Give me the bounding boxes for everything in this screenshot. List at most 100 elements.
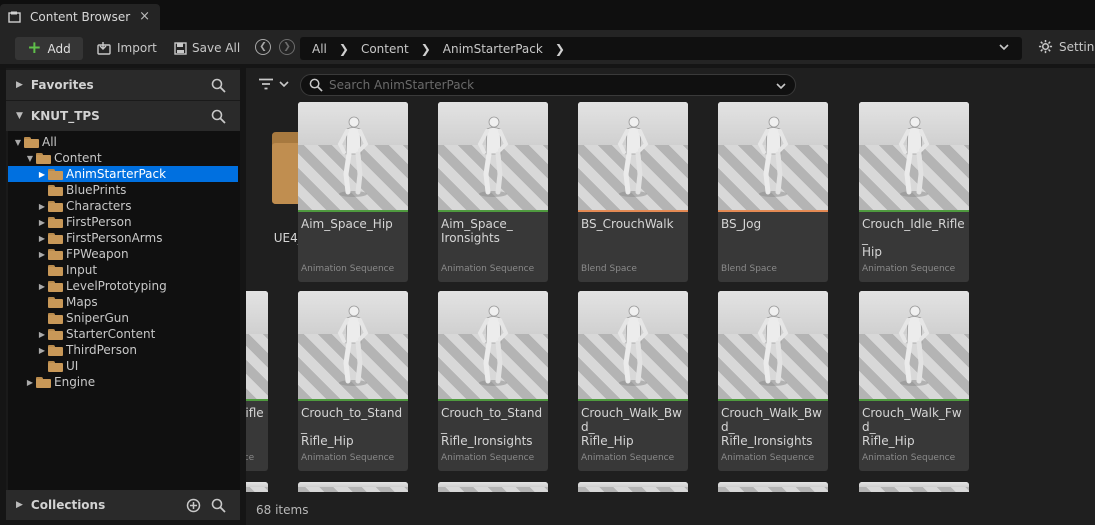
breadcrumb-animstarterpack[interactable]: AnimStarterPack bbox=[443, 42, 543, 56]
tree-item[interactable]: ▶ Engine bbox=[8, 374, 238, 390]
asset-thumbnail bbox=[859, 102, 969, 210]
chevron-down-icon[interactable] bbox=[998, 41, 1010, 56]
add-button-label: Add bbox=[47, 41, 71, 56]
asset-tile[interactable] bbox=[578, 482, 688, 492]
asset-tile[interactable]: Crouch_to_Stand_ Rifle_Hip Animation Seque… bbox=[298, 291, 408, 471]
caret-right-icon[interactable]: ▶ bbox=[36, 282, 48, 291]
favorites-header[interactable]: ▶ Favorites bbox=[6, 70, 240, 100]
chevron-right-icon[interactable]: ❯ bbox=[555, 42, 565, 56]
search-icon[interactable] bbox=[211, 498, 226, 513]
tree-item[interactable]: Maps bbox=[8, 294, 238, 310]
collections-header[interactable]: ▶ Collections bbox=[6, 490, 240, 520]
asset-name: Aim_Space_ Ironsights bbox=[441, 217, 513, 245]
caret-right-icon[interactable]: ▶ bbox=[24, 378, 36, 387]
tree-item[interactable]: ▼ Content bbox=[8, 150, 238, 166]
asset-type: Animation Sequence bbox=[862, 264, 956, 274]
tree-item-label: AnimStarterPack bbox=[66, 167, 167, 181]
caret-right-icon[interactable]: ▶ bbox=[36, 330, 48, 339]
asset-thumbnail bbox=[298, 482, 408, 492]
asset-tile[interactable]: BS_Jog Blend Space bbox=[718, 102, 828, 282]
search-icon[interactable] bbox=[211, 109, 226, 124]
chevron-right-icon[interactable]: ❯ bbox=[421, 42, 431, 56]
asset-type: Blend Space bbox=[721, 264, 777, 274]
asset-type: Animation Sequence bbox=[246, 453, 255, 463]
tree-item[interactable]: ▶ FPWeapon bbox=[8, 246, 238, 262]
tree-item[interactable]: ▶ AnimStarterPack bbox=[8, 166, 238, 182]
search-input[interactable] bbox=[329, 78, 769, 92]
asset-tile[interactable] bbox=[859, 482, 969, 492]
folder-icon bbox=[48, 312, 63, 324]
asset-name: Crouch_Idle_Rifle_Ironsights bbox=[246, 406, 264, 420]
search-icon[interactable] bbox=[211, 78, 226, 93]
asset-tile[interactable]: Crouch_Idle_Rifle_ Hip Animation Sequence bbox=[859, 102, 969, 282]
asset-tile[interactable]: Aim_Space_ Ironsights Animation Sequence bbox=[438, 102, 548, 282]
forward-arrow-icon[interactable]: ❯ bbox=[279, 39, 295, 55]
tree-item[interactable]: ▶ FirstPerson bbox=[8, 214, 238, 230]
caret-right-icon[interactable]: ▶ bbox=[36, 234, 48, 243]
asset-tile[interactable]: Crouch_Idle_Rifle_Ironsights Animation Se… bbox=[246, 291, 268, 471]
tree-item-label: BluePrints bbox=[66, 183, 127, 197]
tab-content-browser[interactable]: Content Browser × bbox=[0, 4, 160, 30]
asset-tile[interactable]: Crouch_Walk_Bwd_ Rifle_Ironsights Animatio… bbox=[718, 291, 828, 471]
breadcrumb: All ❯ Content ❯ AnimStarterPack ❯ bbox=[300, 37, 1022, 60]
chevron-down-icon[interactable] bbox=[775, 80, 787, 95]
caret-right-icon[interactable]: ▶ bbox=[36, 218, 48, 227]
chevron-down-icon bbox=[279, 81, 289, 88]
folder-icon bbox=[24, 136, 39, 148]
tree-item[interactable]: ▶ FirstPersonArms bbox=[8, 230, 238, 246]
tree-item[interactable]: UI bbox=[8, 358, 238, 374]
add-collection-icon[interactable] bbox=[186, 498, 201, 513]
asset-tile[interactable]: Crouch_Walk_Bwd_ Rifle_Hip Animation Seque… bbox=[578, 291, 688, 471]
add-button[interactable]: + Add bbox=[15, 37, 83, 60]
asset-type-bar bbox=[578, 210, 688, 212]
asset-name: Crouch_Walk_Fwd_ Rifle_Hip bbox=[862, 406, 962, 448]
asset-tile[interactable]: Crouch_to_Stand_ Rifle_Ironsights Animatio… bbox=[438, 291, 548, 471]
folder-icon bbox=[48, 200, 63, 212]
folder-icon bbox=[48, 184, 63, 196]
asset-name: BS_CrouchWalk bbox=[581, 217, 674, 231]
asset-tile[interactable] bbox=[718, 482, 828, 492]
mannequin-thumbnail bbox=[337, 116, 369, 197]
save-all-button[interactable]: Save All bbox=[174, 39, 240, 57]
asset-type-bar bbox=[246, 399, 268, 401]
mannequin-thumbnail bbox=[898, 305, 930, 386]
asset-tile[interactable] bbox=[246, 482, 268, 492]
tree-item[interactable]: ▶ ThirdPerson bbox=[8, 342, 238, 358]
tab-title: Content Browser bbox=[30, 10, 131, 24]
mannequin-thumbnail bbox=[337, 305, 369, 386]
caret-right-icon[interactable]: ▶ bbox=[36, 346, 48, 355]
asset-tile[interactable]: Aim_Space_Hip Animation Sequence bbox=[298, 102, 408, 282]
save-icon bbox=[174, 41, 187, 55]
asset-search[interactable] bbox=[300, 74, 796, 96]
back-arrow-icon[interactable]: ❮ bbox=[255, 39, 271, 55]
tree-item[interactable]: ▼ All bbox=[8, 134, 238, 150]
asset-thumbnail bbox=[298, 291, 408, 399]
breadcrumb-content[interactable]: Content bbox=[361, 42, 409, 56]
settings-button[interactable]: Settings bbox=[1038, 39, 1095, 54]
asset-tile[interactable]: Crouch_Walk_Fwd_ Rifle_Hip Animation Seque… bbox=[859, 291, 969, 471]
tree-item[interactable]: ▶ LevelPrototyping bbox=[8, 278, 238, 294]
caret-right-icon[interactable]: ▶ bbox=[36, 250, 48, 259]
tree-item[interactable]: Input bbox=[8, 262, 238, 278]
asset-tile[interactable] bbox=[438, 482, 548, 492]
tree-item-label: Engine bbox=[54, 375, 96, 389]
project-header[interactable]: ▼ KNUT_TPS bbox=[6, 101, 240, 131]
asset-thumbnail bbox=[718, 102, 828, 210]
tree-item[interactable]: SniperGun bbox=[8, 310, 238, 326]
filter-button[interactable] bbox=[258, 78, 290, 90]
caret-right-icon[interactable]: ▶ bbox=[36, 202, 48, 211]
caret-right-icon[interactable]: ▶ bbox=[36, 170, 48, 179]
caret-down-icon[interactable]: ▼ bbox=[24, 154, 36, 163]
asset-tile[interactable] bbox=[298, 482, 408, 492]
import-button[interactable]: Import bbox=[97, 39, 157, 57]
close-icon[interactable]: × bbox=[139, 9, 150, 24]
breadcrumb-all[interactable]: All bbox=[312, 42, 327, 56]
tree-item[interactable]: ▶ StarterContent bbox=[8, 326, 238, 342]
asset-thumbnail bbox=[859, 482, 969, 492]
caret-down-icon[interactable]: ▼ bbox=[12, 138, 24, 147]
tree-item-label: FirstPersonArms bbox=[66, 231, 163, 245]
tree-item[interactable]: ▶ Characters bbox=[8, 198, 238, 214]
asset-tile[interactable]: BS_CrouchWalk Blend Space bbox=[578, 102, 688, 282]
tree-item[interactable]: BluePrints bbox=[8, 182, 238, 198]
chevron-right-icon[interactable]: ❯ bbox=[339, 42, 349, 56]
